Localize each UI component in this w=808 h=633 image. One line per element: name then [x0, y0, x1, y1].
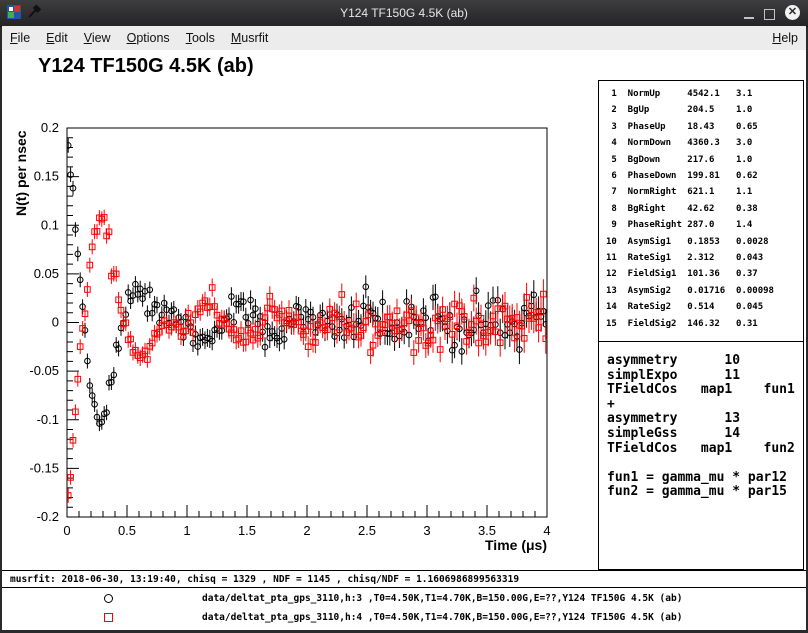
plot-canvas[interactable]: 0 0.5 1 1.5 2 2.5 3 3.5 4 -0.2 -0.15 -0.1 -0.05 0 0.05…	[2, 90, 598, 564]
theory-line: +	[607, 398, 803, 413]
data-points-layer	[65, 138, 548, 503]
menubar: FileEditViewOptionsToolsMusrfit Help	[2, 26, 806, 51]
tick-label: 3.5	[478, 523, 496, 538]
tick-label: -0.05	[29, 363, 59, 378]
tick-label: 3	[423, 523, 430, 538]
circle-marker-icon	[104, 594, 113, 603]
menu-item-options[interactable]: Options	[119, 27, 178, 49]
tick-label: 0	[52, 315, 59, 330]
tick-label: 1	[183, 523, 190, 538]
param-row: 15 FieldSig2 146.32 0.31	[606, 316, 803, 332]
tick-label: 0.1	[41, 217, 59, 232]
param-row: 9 PhaseRight 287.0 1.4	[606, 217, 803, 233]
canvas-area: Y124 TF150G 4.5K (ab) 0 0.5 1 1.5 2 2.5 3 3.5 4 -…	[2, 50, 806, 630]
close-icon[interactable]: ✕	[785, 5, 800, 20]
theory-line: TFieldCos map1 fun1	[607, 383, 803, 398]
window-title: Y124 TF150G 4.5K (ab)	[0, 6, 808, 20]
axis-tick-labels: 0 0.5 1 1.5 2 2.5 3 3.5 4 -0.2 -0.15 -0.1 -0.05 0 0.05…	[29, 120, 550, 538]
legend-item: data/deltat_pta_gps_3110,h:3 ,T0=4.50K,T…	[2, 590, 806, 607]
param-row: 6 PhaseDown 199.81 0.62	[606, 168, 803, 184]
tick-label: -0.2	[37, 509, 59, 524]
plot-frame	[67, 128, 547, 517]
param-row: 11 RateSig1 2.312 0.043	[606, 250, 803, 266]
param-row: 13 AsymSig2 0.01716 0.00098	[606, 283, 803, 299]
legend-label: data/deltat_pta_gps_3110,h:3 ,T0=4.50K,T…	[202, 593, 682, 604]
y-axis-title: N(t) per nsec	[13, 130, 29, 216]
square-marker-icon	[104, 613, 113, 622]
titlebar[interactable]: Y124 TF150G 4.5K (ab) ✕	[0, 0, 808, 27]
menu-item-help[interactable]: Help	[764, 27, 806, 49]
menu-item-file[interactable]: File	[2, 27, 38, 49]
menu-item-edit[interactable]: Edit	[38, 27, 76, 49]
theory-function-panel: asymmetry 10simplExpo 11TFieldCos map1 f…	[598, 342, 804, 570]
param-row: 10 AsymSig1 0.1853 0.0028	[606, 234, 803, 250]
theory-line: simpleGss 14	[607, 427, 803, 442]
param-row: 8 BgRight 42.62 0.38	[606, 201, 803, 217]
tick-label: 0	[63, 523, 70, 538]
tick-label: 0.5	[118, 523, 136, 538]
menu-item-view[interactable]: View	[76, 27, 119, 49]
legend-item: data/deltat_pta_gps_3110,h:4 ,T0=4.50K,T…	[2, 609, 806, 626]
tick-label: 0.2	[41, 120, 59, 135]
legend-label: data/deltat_pta_gps_3110,h:4 ,T0=4.50K,T…	[202, 612, 682, 623]
minimize-icon[interactable]	[744, 17, 754, 19]
plot-title: Y124 TF150G 4.5K (ab)	[38, 55, 254, 78]
param-row: 7 NormRight 621.1 1.1	[606, 184, 803, 200]
tick-label: 2	[303, 523, 310, 538]
fit-parameters-panel: 1 NormUp 4542.1 3.1 2 BgUp 204.5 1.0 3 P…	[598, 80, 804, 342]
param-row: 2 BgUp 204.5 1.0	[606, 102, 803, 118]
theory-line: TFieldCos map1 fun2	[607, 442, 803, 457]
series-circle	[65, 138, 548, 431]
theory-line	[607, 456, 803, 471]
param-row: 4 NormDown 4360.3 3.0	[606, 135, 803, 151]
tick-label: -0.15	[29, 460, 59, 475]
tick-label: 2.5	[358, 523, 376, 538]
param-row: 12 FieldSig1 101.36 0.37	[606, 266, 803, 282]
param-row: 1 NormUp 4542.1 3.1	[606, 86, 803, 102]
menu-item-tools[interactable]: Tools	[178, 27, 223, 49]
param-row: 5 BgDown 217.6 1.0	[606, 152, 803, 168]
theory-line: simplExpo 11	[607, 369, 803, 384]
tick-label: 4	[543, 523, 550, 538]
maximize-icon[interactable]	[764, 9, 775, 20]
app-window: Y124 TF150G 4.5K (ab) ✕ FileEditViewOpti…	[0, 0, 808, 633]
tick-label: 0.15	[34, 169, 59, 184]
info-pane: musrfit: 2018-06-30, 13:19:40, chisq = 1…	[2, 570, 806, 630]
menu-item-musrfit[interactable]: Musrfit	[223, 27, 277, 49]
tick-label: 0.05	[34, 266, 59, 281]
x-axis-title: Time (μs)	[485, 537, 547, 553]
theory-line: asymmetry 13	[607, 412, 803, 427]
series-square	[65, 210, 548, 503]
legend: data/deltat_pta_gps_3110,h:3 ,T0=4.50K,T…	[2, 590, 806, 626]
param-row: 14 RateSig2 0.514 0.045	[606, 299, 803, 315]
theory-line: asymmetry 10	[607, 354, 803, 369]
tick-label: -0.1	[37, 412, 59, 427]
theory-line: fun2 = gamma_mu * par15	[607, 485, 803, 500]
axis-ticks	[67, 128, 547, 517]
fit-status-line: musrfit: 2018-06-30, 13:19:40, chisq = 1…	[2, 571, 806, 588]
param-row: 3 PhaseUp 18.43 0.65	[606, 119, 803, 135]
tick-label: 1.5	[238, 523, 256, 538]
theory-line: fun1 = gamma_mu * par12	[607, 471, 803, 486]
